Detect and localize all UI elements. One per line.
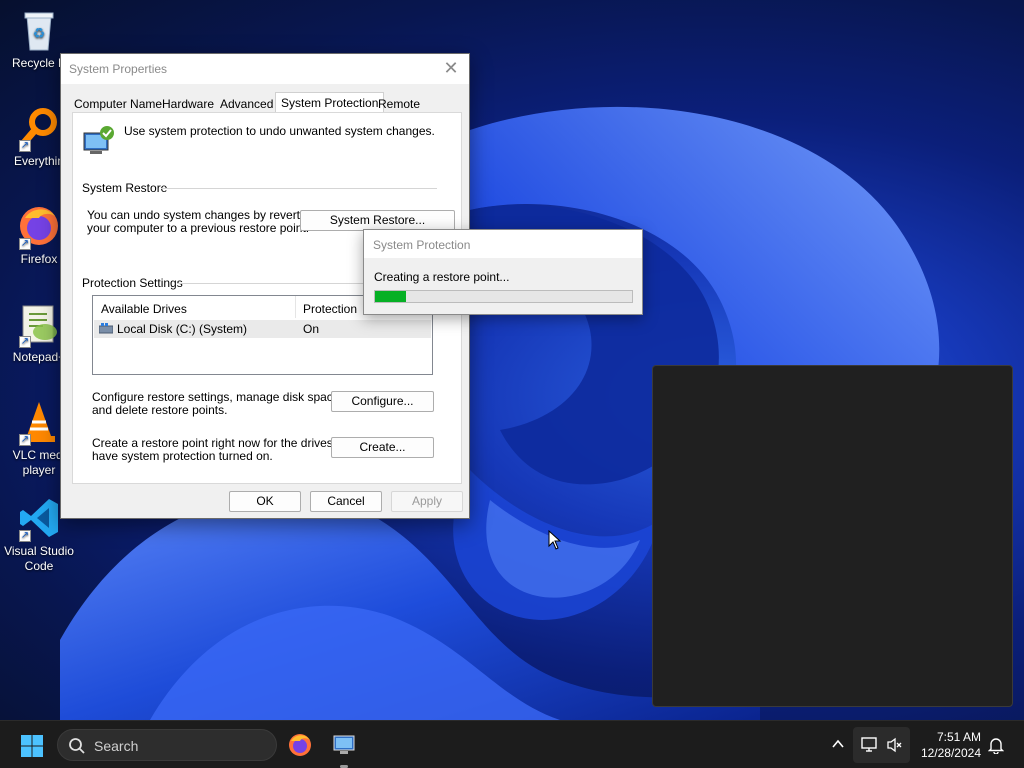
system-restore-description-line2: your computer to a previous restore poin…	[87, 221, 310, 235]
notepad-plus-plus-icon: ↗	[17, 302, 61, 348]
volume-muted-icon	[886, 737, 904, 756]
taskbar-clock[interactable]: 7:51 AM 12/28/2024	[921, 729, 981, 761]
windows-logo-icon	[21, 735, 43, 757]
progress-dialog-title[interactable]: System Protection	[364, 230, 642, 258]
taskbar: Search 7:51 AM 12/28/2024	[0, 720, 1024, 768]
clock-date: 12/28/2024	[920, 746, 981, 760]
close-icon[interactable]: ✕	[439, 57, 463, 81]
progress-bar	[374, 290, 633, 303]
ok-button[interactable]: OK	[229, 491, 301, 512]
table-row[interactable]: Local Disk (C:) (System) On	[94, 320, 431, 338]
dialog-titlebar[interactable]: System Properties ✕	[61, 54, 469, 84]
svg-text:♻: ♻	[33, 25, 46, 41]
firefox-icon	[289, 734, 311, 756]
desktop-icon-label-line1: Visual Studio	[4, 544, 74, 558]
firefox-icon: ↗	[17, 204, 61, 250]
desktop-icon-label: Recycle B	[11, 56, 67, 70]
system-protection-progress-dialog: System Protection Creating a restore poi…	[363, 229, 643, 315]
desktop-icon-label-line1: VLC medi	[12, 448, 66, 462]
system-restore-description-line1: You can undo system changes by reverting	[87, 208, 317, 222]
network-icon	[861, 737, 879, 756]
dark-overlay-panel	[652, 365, 1013, 707]
search-icon	[68, 737, 86, 758]
drive-name: Local Disk (C:) (System)	[117, 322, 248, 336]
column-header-available-drives[interactable]: Available Drives	[101, 302, 187, 316]
column-divider	[295, 296, 296, 318]
shortcut-arrow-icon: ↗	[19, 238, 31, 250]
system-tray-group[interactable]	[853, 727, 910, 763]
configure-button[interactable]: Configure...	[331, 391, 434, 412]
progress-message: Creating a restore point...	[374, 270, 510, 284]
recycle-bin-icon: ♻	[17, 8, 61, 52]
shortcut-arrow-icon: ↗	[19, 434, 31, 446]
chevron-up-icon[interactable]	[831, 737, 845, 754]
start-button[interactable]	[20, 734, 44, 761]
desktop-icon-label: Everythin	[13, 154, 65, 168]
intro-text: Use system protection to undo unwanted s…	[124, 124, 435, 138]
vscode-icon: ↗	[17, 496, 61, 542]
protection-settings-group-label: Protection Settings	[82, 276, 183, 290]
drive-icon	[98, 323, 114, 338]
column-header-protection[interactable]: Protection	[303, 302, 357, 316]
configure-description-line1: Configure restore settings, manage disk …	[92, 390, 343, 404]
system-properties-icon	[333, 735, 355, 754]
shortcut-arrow-icon: ↗	[19, 336, 31, 348]
notification-bell-icon[interactable]	[987, 736, 1005, 757]
group-divider	[161, 188, 437, 189]
taskbar-firefox-button[interactable]	[288, 733, 312, 760]
desktop-icon-label-line2: Code	[24, 559, 54, 573]
shortcut-arrow-icon: ↗	[19, 140, 31, 152]
taskbar-system-properties-button[interactable]	[332, 731, 358, 760]
system-restore-button[interactable]: System Restore...	[300, 210, 455, 231]
shortcut-arrow-icon: ↗	[19, 530, 31, 542]
create-description-line2: have system protection turned on.	[92, 449, 273, 463]
system-protection-icon	[82, 125, 116, 160]
tab-system-protection[interactable]: System Protection	[275, 92, 385, 114]
apply-button[interactable]: Apply	[391, 491, 463, 512]
dialog-title: System Properties	[69, 62, 168, 76]
desktop-icon-label: Firefox	[20, 252, 58, 266]
create-description-line1: Create a restore point right now for the…	[92, 436, 357, 450]
everything-search-icon: ↗	[17, 106, 61, 152]
clock-time: 7:51 AM	[936, 730, 981, 744]
progress-bar-fill	[375, 291, 406, 302]
create-button[interactable]: Create...	[331, 437, 434, 458]
taskbar-search-box[interactable]: Search	[57, 729, 277, 761]
desktop-icon-label-line2: player	[22, 463, 56, 477]
system-restore-group-label: System Restore	[82, 181, 168, 195]
cancel-button[interactable]: Cancel	[310, 491, 382, 512]
configure-description-line2: and delete restore points.	[92, 403, 228, 417]
search-label: Search	[94, 738, 139, 754]
vlc-icon: ↗	[17, 400, 61, 446]
drive-protection-status: On	[303, 322, 320, 336]
desktop-icon-label: Notepad+	[12, 350, 66, 364]
mouse-cursor-icon	[548, 529, 562, 553]
